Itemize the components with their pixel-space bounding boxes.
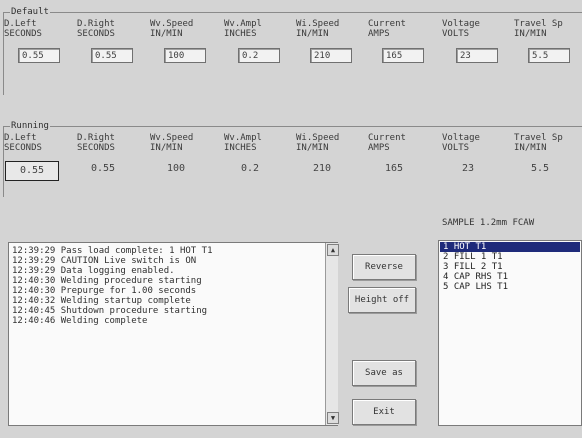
running-value: 210 [312, 163, 332, 174]
running-group-title: Running [10, 120, 50, 132]
param-label: Wv.Speed [150, 19, 194, 29]
message-log[interactable]: 12:39:29 Pass load complete: 1 HOT T1 12:… [8, 242, 339, 426]
running-value: 0.55 [90, 163, 116, 174]
param-column: D.Right SECONDS 0.55 [77, 19, 151, 63]
param-label: D.Right [77, 19, 115, 29]
param-unit: IN/MIN [296, 29, 329, 39]
default-group: Default D.Left SECONDS 0.55 D.Right SECONDS 0… [3, 6, 582, 95]
param-column: D.Left SECONDS 0.55 [4, 19, 78, 63]
param-column: Travel Sp IN/MIN 5.5 [514, 133, 582, 174]
param-unit: AMPS [368, 29, 390, 39]
param-label: Wi.Speed [296, 19, 340, 29]
param-column: Wv.Speed IN/MIN 100 [150, 133, 224, 174]
param-label: Current [368, 133, 406, 143]
default-value-field[interactable]: 0.2 [238, 48, 280, 63]
default-value-field[interactable]: 23 [456, 48, 498, 63]
param-unit: SECONDS [4, 143, 42, 153]
param-unit: INCHES [224, 143, 257, 153]
default-columns: D.Left SECONDS 0.55 D.Right SECONDS 0.55 Wv.Sp… [4, 19, 582, 63]
scroll-up-icon[interactable]: ▲ [327, 244, 339, 256]
param-unit: SECONDS [77, 143, 115, 153]
running-group: Running D.Left SECONDS 0.55 D.Right SECONDS 0… [3, 120, 582, 197]
save-as-button[interactable]: Save as [352, 360, 416, 386]
procedure-items: 1 HOT T1 2 FILL 1 T1 3 FILL 2 T1 4 CAP RHS … [440, 242, 580, 292]
log-line: 12:39:29 Pass load complete: 1 HOT T1 [12, 246, 213, 256]
param-column: D.Right SECONDS 0.55 [77, 133, 151, 174]
procedure-title: SAMPLE 1.2mm FCAW [442, 218, 535, 228]
param-unit: VOLTS [442, 143, 470, 153]
param-label: Current [368, 19, 406, 29]
param-unit: IN/MIN [150, 143, 183, 153]
param-column: Travel Sp IN/MIN 5.5 [514, 19, 582, 63]
procedure-list[interactable]: 1 HOT T1 2 FILL 1 T1 3 FILL 2 T1 4 CAP RHS … [438, 240, 582, 426]
running-columns: D.Left SECONDS 0.55 D.Right SECONDS 0.55 Wv.Sp… [4, 133, 582, 181]
param-unit: SECONDS [77, 29, 115, 39]
param-label: D.Right [77, 133, 115, 143]
param-label: Wv.Speed [150, 133, 194, 143]
param-column: D.Left SECONDS 0.55 [4, 133, 78, 181]
param-column: Voltage VOLTS 23 [442, 19, 516, 63]
log-scrollbar[interactable]: ▲ ▼ [325, 243, 339, 425]
procedure-item[interactable]: 5 CAP LHS T1 [440, 282, 580, 292]
param-unit: VOLTS [442, 29, 470, 39]
log-line: 12:40:45 Shutdown procedure starting [12, 306, 208, 316]
log-line: 12:39:29 Data logging enabled. [12, 266, 175, 276]
param-label: Wi.Speed [296, 133, 340, 143]
running-value: 23 [461, 163, 475, 174]
running-value: 0.2 [240, 163, 260, 174]
param-unit: IN/MIN [150, 29, 183, 39]
running-value: 5.5 [530, 163, 550, 174]
default-value-field[interactable]: 100 [164, 48, 206, 63]
log-line: 12:40:46 Welding complete [12, 316, 148, 326]
param-column: Voltage VOLTS 23 [442, 133, 516, 174]
param-unit: IN/MIN [514, 143, 547, 153]
default-value-field[interactable]: 210 [310, 48, 352, 63]
procedure-item[interactable]: 4 CAP RHS T1 [440, 272, 580, 282]
scroll-down-icon[interactable]: ▼ [327, 412, 339, 424]
param-label: Voltage [442, 133, 480, 143]
param-column: Wi.Speed IN/MIN 210 [296, 19, 370, 63]
param-unit: SECONDS [4, 29, 42, 39]
default-value-field[interactable]: 165 [382, 48, 424, 63]
default-value-field[interactable]: 0.55 [91, 48, 133, 63]
param-column: Wv.Speed IN/MIN 100 [150, 19, 224, 63]
running-value: 100 [166, 163, 186, 174]
log-lines: 12:39:29 Pass load complete: 1 HOT T1 12:… [9, 246, 321, 326]
param-label: D.Left [4, 133, 37, 143]
param-label: Wv.Ampl [224, 19, 262, 29]
param-unit: AMPS [368, 143, 390, 153]
default-value-field[interactable]: 0.55 [18, 48, 60, 63]
param-unit: IN/MIN [514, 29, 547, 39]
log-line: 12:40:30 Prepurge for 1.00 seconds [12, 286, 197, 296]
param-column: Wv.Ampl INCHES 0.2 [224, 133, 298, 174]
running-value: 0.55 [5, 161, 59, 181]
param-label: Wv.Ampl [224, 133, 262, 143]
param-label: D.Left [4, 19, 37, 29]
param-label: Travel Sp [514, 133, 563, 143]
height-off-button[interactable]: Height off [348, 287, 416, 313]
default-group-title: Default [10, 6, 50, 18]
procedure-item[interactable]: 2 FILL 1 T1 [440, 252, 580, 262]
log-line: 12:40:30 Welding procedure starting [12, 276, 202, 286]
param-unit: IN/MIN [296, 143, 329, 153]
param-label: Travel Sp [514, 19, 563, 29]
param-column: Wi.Speed IN/MIN 210 [296, 133, 370, 174]
param-column: Current AMPS 165 [368, 19, 442, 63]
reverse-button[interactable]: Reverse [352, 254, 416, 280]
param-column: Wv.Ampl INCHES 0.2 [224, 19, 298, 63]
log-line: 12:40:32 Welding startup complete [12, 296, 191, 306]
running-value: 165 [384, 163, 404, 174]
procedure-item[interactable]: 1 HOT T1 [440, 242, 580, 252]
exit-button[interactable]: Exit [352, 399, 416, 425]
param-column: Current AMPS 165 [368, 133, 442, 174]
default-value-field[interactable]: 5.5 [528, 48, 570, 63]
param-label: Voltage [442, 19, 480, 29]
procedure-item[interactable]: 3 FILL 2 T1 [440, 262, 580, 272]
param-unit: INCHES [224, 29, 257, 39]
log-line: 12:39:29 CAUTION Live switch is ON [12, 256, 197, 266]
